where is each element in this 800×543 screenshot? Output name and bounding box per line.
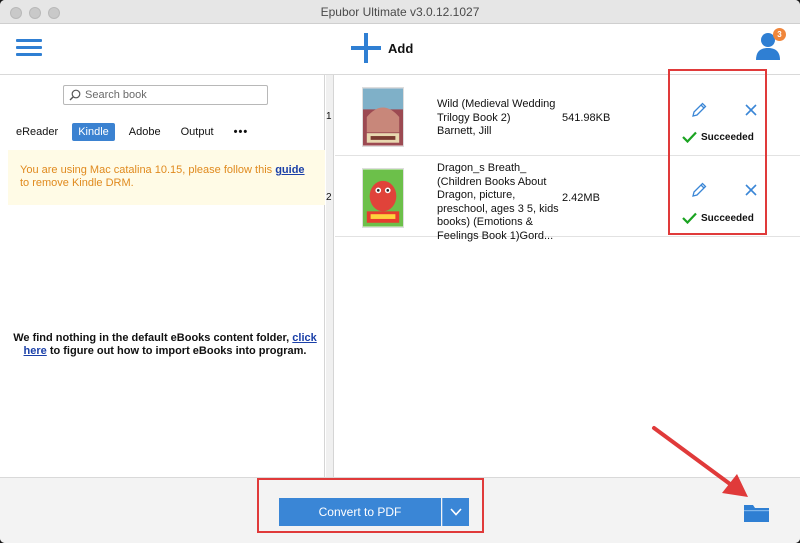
book-title: Wild (Medieval Wedding Trilogy Book 2) bbox=[437, 98, 556, 124]
drm-notice: You are using Mac catalina 10.15, please… bbox=[8, 150, 325, 205]
tab-output[interactable]: Output bbox=[175, 123, 220, 141]
window-title: Epubor Ultimate v3.0.12.1027 bbox=[320, 5, 480, 19]
notice-text-end: to remove Kindle DRM. bbox=[20, 177, 134, 189]
empty-text-end: to figure out how to import eBooks into … bbox=[46, 345, 307, 357]
empty-library-message: We find nothing in the default eBooks co… bbox=[10, 332, 320, 358]
add-button[interactable]: Add bbox=[350, 32, 413, 64]
user-account-button[interactable]: 3 bbox=[754, 28, 786, 62]
source-tabs: eReader Kindle Adobe Output ••• bbox=[10, 122, 262, 142]
highlight-box-convert bbox=[257, 478, 484, 533]
tab-adobe[interactable]: Adobe bbox=[123, 123, 167, 141]
book-title: Dragon_s Breath_ (Children Books About D… bbox=[437, 162, 559, 242]
book-cover-image bbox=[362, 87, 404, 147]
search-input[interactable] bbox=[85, 89, 260, 101]
book-cover-image bbox=[362, 168, 404, 228]
library-panel: eReader Kindle Adobe Output ••• You are … bbox=[0, 75, 325, 477]
book-author: Barnett, Jill bbox=[437, 125, 492, 137]
hamburger-menu-icon[interactable] bbox=[16, 37, 42, 57]
notice-text: You are using Mac catalina 10.15, please… bbox=[20, 164, 276, 176]
empty-text: We find nothing in the default eBooks co… bbox=[13, 332, 293, 344]
notification-badge: 3 bbox=[773, 28, 786, 41]
highlight-box-actions bbox=[668, 69, 767, 235]
file-size: 541.98KB bbox=[562, 112, 611, 124]
panel-divider[interactable] bbox=[326, 75, 334, 477]
more-tabs-icon[interactable]: ••• bbox=[228, 123, 255, 141]
guide-link[interactable]: guide bbox=[275, 164, 304, 176]
tab-kindle[interactable]: Kindle bbox=[72, 123, 115, 141]
file-size: 2.42MB bbox=[562, 192, 600, 204]
title-bar: Epubor Ultimate v3.0.12.1027 bbox=[0, 0, 800, 24]
toolbar: Add 3 bbox=[0, 24, 800, 75]
search-box[interactable] bbox=[63, 85, 268, 105]
search-icon bbox=[69, 89, 81, 101]
add-label: Add bbox=[388, 40, 414, 56]
plus-icon bbox=[350, 32, 382, 64]
tab-ereader[interactable]: eReader bbox=[10, 123, 64, 141]
app-window: Epubor Ultimate v3.0.12.1027 Add 3 Searc… bbox=[0, 0, 800, 543]
row-number: 2 bbox=[326, 192, 332, 203]
row-number: 1 bbox=[326, 111, 332, 122]
open-folder-icon[interactable] bbox=[744, 503, 769, 523]
